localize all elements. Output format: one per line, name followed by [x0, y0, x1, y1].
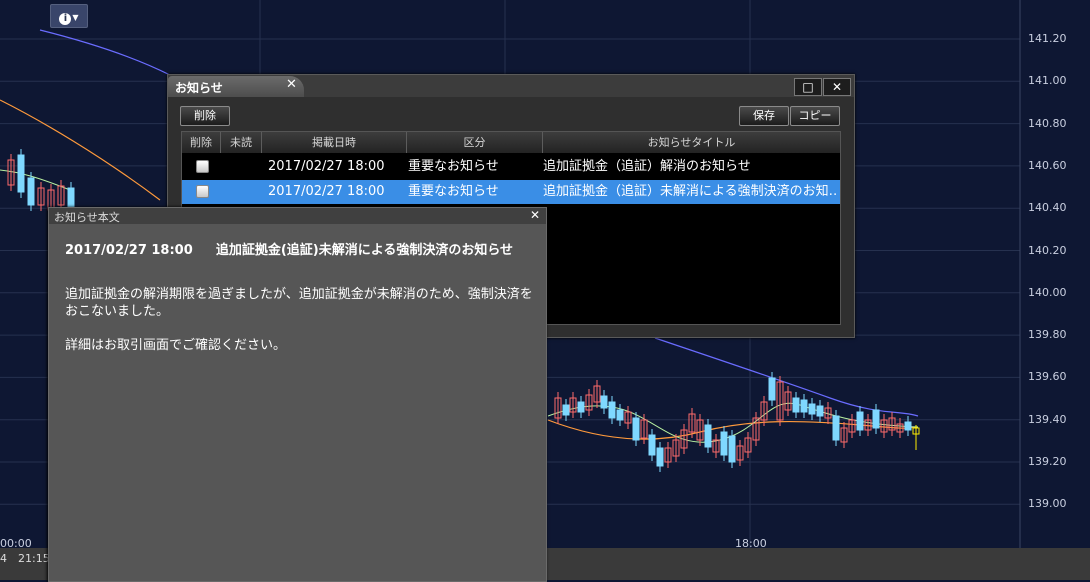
time-label-fragment: 4	[0, 552, 7, 565]
table-row[interactable]: 2017/02/27 18:00 重要なお知らせ 追加証拠金（追証）解消のお知ら…	[182, 155, 840, 179]
y-tick-label: 141.20	[1028, 32, 1067, 45]
candle	[648, 434, 656, 456]
candle	[904, 421, 912, 431]
candle	[704, 424, 712, 448]
detail-subject: 追加証拠金(追証)未解消による強制決済のお知らせ	[215, 243, 514, 258]
candle	[577, 401, 585, 413]
time-label: 18:00	[735, 537, 767, 550]
candle	[768, 377, 776, 401]
notice-detail-window: お知らせ本文 ✕ 2017/02/27 18:00 追加証拠金(追証)未解消によ…	[48, 207, 547, 582]
candle	[856, 411, 864, 431]
info-menu-button[interactable]: i ▼	[50, 4, 88, 28]
y-tick-label: 140.20	[1028, 243, 1067, 257]
candle	[720, 431, 728, 456]
close-icon: ✕	[831, 80, 843, 94]
candle	[872, 409, 880, 429]
candle	[728, 435, 736, 463]
y-tick-label: 140.60	[1028, 158, 1067, 172]
candle	[800, 399, 808, 413]
detail-paragraph: 追加証拠金の解消期限を過ぎましたが、追加証拠金が未解消のため、強制決済をおこない…	[65, 287, 533, 319]
y-tick-label: 141.00	[1028, 74, 1067, 88]
candle	[600, 395, 608, 409]
candle	[808, 403, 816, 415]
row-category: 重要なお知らせ	[408, 184, 499, 199]
candle	[27, 177, 35, 206]
column-header-category[interactable]: 区分	[407, 132, 543, 153]
row-category: 重要なお知らせ	[408, 159, 499, 174]
candle	[792, 397, 800, 413]
candle	[17, 154, 25, 193]
candle	[832, 415, 840, 441]
candle	[816, 405, 824, 417]
y-tick-label: 140.00	[1028, 285, 1067, 299]
column-header-title[interactable]: お知らせタイトル	[543, 132, 840, 153]
row-date: 2017/02/27 18:00	[268, 159, 385, 174]
column-header-unread[interactable]: 未読	[221, 132, 262, 153]
row-title: 追加証拠金（追証）解消のお知らせ	[543, 159, 751, 174]
y-tick-label: 139.60	[1028, 370, 1067, 384]
time-label: 21:15	[18, 552, 50, 565]
notice-window-titlebar: お知らせ ✕ □ ✕	[168, 75, 854, 97]
candle	[608, 401, 616, 419]
row-date: 2017/02/27 18:00	[268, 184, 385, 199]
detail-body: 追加証拠金の解消期限を過ぎましたが、追加証拠金が未解消のため、強制決済をおこない…	[65, 286, 535, 371]
y-tick-label: 139.20	[1028, 455, 1067, 468]
detail-window-title: お知らせ本文	[54, 211, 120, 224]
candle	[616, 409, 624, 421]
save-button[interactable]: 保存	[739, 106, 789, 126]
close-button[interactable]: ✕	[823, 78, 851, 96]
candle	[632, 417, 640, 441]
column-header-date[interactable]: 掲載日時	[262, 132, 407, 153]
candle	[562, 404, 570, 416]
caret-down-icon: ▼	[72, 13, 79, 22]
delete-button[interactable]: 削除	[180, 106, 230, 126]
detail-date: 2017/02/27 18:00	[65, 243, 193, 258]
info-icon: i	[59, 13, 72, 25]
detail-window-titlebar: お知らせ本文 ✕	[49, 208, 546, 224]
y-tick-label: 139.00	[1028, 497, 1067, 511]
copy-button[interactable]: コピー	[790, 106, 840, 126]
y-tick-label: 140.40	[1028, 201, 1067, 215]
maximize-icon: □	[802, 80, 814, 94]
column-header-delete[interactable]: 削除	[182, 132, 221, 153]
table-row-selected[interactable]: 2017/02/27 18:00 重要なお知らせ 追加証拠金（追証）未解消による…	[182, 180, 840, 204]
delete-checkbox[interactable]	[196, 185, 209, 198]
y-tick-label: 140.80	[1028, 116, 1067, 130]
detail-heading: 2017/02/27 18:00 追加証拠金(追証)未解消による強制決済のお知ら…	[65, 239, 513, 258]
close-icon[interactable]: ✕	[530, 208, 540, 222]
notice-tab[interactable]: お知らせ ✕	[168, 76, 304, 97]
notice-window-title: お知らせ	[175, 81, 223, 95]
detail-paragraph: 詳細はお取引画面でご確認ください。	[65, 338, 287, 353]
row-title: 追加証拠金（追証）未解消による強制決済のお知…	[543, 184, 838, 199]
delete-checkbox[interactable]	[196, 160, 209, 173]
y-tick-label: 139.80	[1028, 328, 1067, 342]
y-tick-label: 139.40	[1028, 412, 1067, 426]
time-label: 00:00	[0, 537, 32, 550]
candle	[656, 447, 664, 467]
tab-close-icon[interactable]: ✕	[286, 77, 297, 92]
maximize-button[interactable]: □	[794, 78, 822, 96]
